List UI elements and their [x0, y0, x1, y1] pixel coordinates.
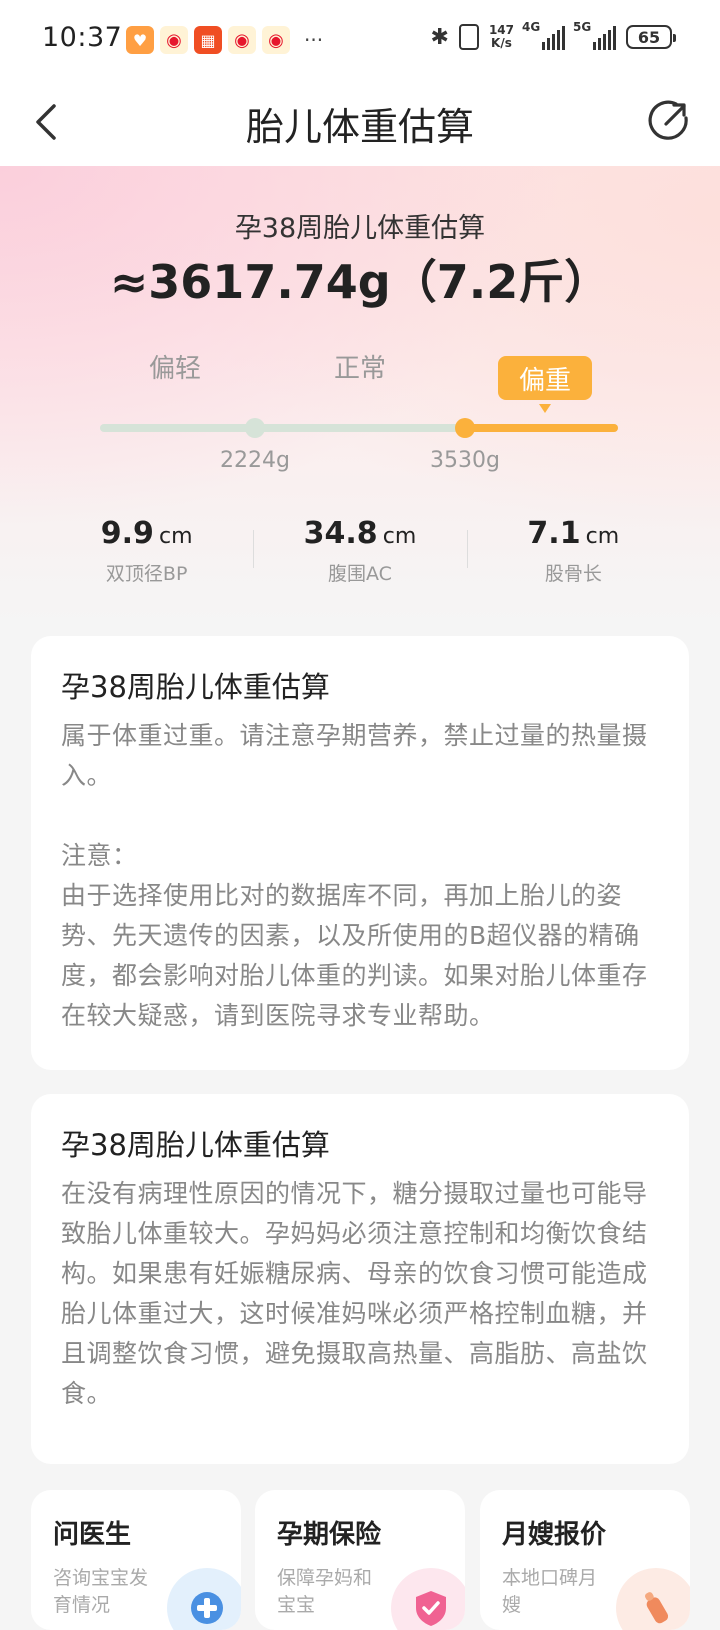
share-button[interactable]: [646, 98, 692, 144]
card-text: 在没有病理性原因的情况下，糖分摄取过量也可能导致胎儿体重较大。孕妈妈必须注意控制…: [61, 1179, 648, 1408]
metric-unit: cm: [159, 524, 193, 549]
bluetooth-icon: ✱: [430, 24, 449, 50]
weight-range-highlight: [465, 424, 618, 432]
notification-icons: ♥ ◉ ▦ ◉ ◉ ···: [126, 26, 323, 54]
metric-unit: cm: [382, 524, 417, 549]
signal-5g-label: 5G: [573, 20, 592, 34]
service-title: 问医生: [53, 1520, 132, 1550]
metric-label: 股骨长: [544, 563, 602, 585]
signal-5g-icon: 5G: [573, 20, 616, 50]
metric-value: 34.8: [303, 516, 378, 551]
metric-fl: 7.1 cm 股骨长: [466, 516, 680, 586]
card-text: 属于体重过重。请注意孕期营养，禁止过量的热量摄入。: [61, 721, 648, 790]
level-pointer: [539, 404, 551, 413]
threshold-low-marker: [245, 418, 265, 438]
service-desc: 保障孕妈和宝宝: [277, 1567, 373, 1616]
vibrate-icon: [458, 24, 479, 50]
threshold-low: 2224g: [220, 448, 290, 473]
threshold-high: 3530g: [430, 448, 500, 473]
status-time: 10:37: [42, 22, 123, 53]
signal-4g-label: 4G: [522, 20, 541, 34]
metric-label: 双顶径BP: [105, 563, 188, 585]
app-grid-icon: ▦: [194, 26, 222, 54]
weibo-icon: ◉: [262, 26, 290, 54]
metric-unit: cm: [585, 524, 620, 549]
signal-4g-icon: 4G: [522, 20, 565, 50]
metric-value: 9.9: [100, 516, 154, 551]
estimate-value: ≈3617.74g（7.2斤）: [109, 255, 611, 309]
status-bar: 10:37 ♥ ◉ ▦ ◉ ◉ ··· ✱ 147 K/s 4G 5G 65: [0, 0, 720, 80]
weibo-icon: ◉: [160, 26, 188, 54]
nav-header: 胎儿体重估算: [0, 80, 720, 166]
level-light: 偏轻: [148, 354, 201, 384]
level-heavy-badge: 偏重: [498, 356, 592, 400]
service-desc: 咨询宝宝发育情况: [53, 1567, 149, 1616]
status-indicators: ✱ 147 K/s 4G 5G 65: [430, 20, 676, 50]
page-title: 胎儿体重估算: [245, 105, 474, 149]
service-ask-doctor[interactable]: 问医生 咨询宝宝发育情况: [31, 1490, 241, 1630]
battery-icon: 65: [626, 25, 676, 49]
shield-check-icon: [391, 1568, 465, 1630]
more-notifications-icon: ···: [304, 28, 324, 52]
metric-label: 腹围AC: [328, 563, 392, 585]
weibo-icon: ◉: [228, 26, 256, 54]
metric-bpd: 9.9 cm 双顶径BP: [40, 516, 253, 586]
note-label: 注意：: [61, 841, 138, 870]
estimate-hero: 孕38周胎儿体重估算 ≈3617.74g（7.2斤） 偏轻 正常 偏重 2224…: [0, 166, 720, 626]
note-text: 由于选择使用比对的数据库不同，再加上胎儿的姿势、先天遗传的因素，以及所使用的B超…: [61, 881, 648, 1030]
measurements: 9.9 cm 双顶径BP 34.8 cm 腹围AC 7.1 cm 股骨长: [40, 516, 680, 586]
result-card: 孕38周胎儿体重估算 属于体重过重。请注意孕期营养，禁止过量的热量摄入。 注意：…: [31, 636, 689, 1070]
net-speed-unit: K/s: [491, 36, 512, 50]
card-title: 孕38周胎儿体重估算: [61, 1128, 330, 1162]
metric-value: 7.1: [527, 516, 581, 551]
advice-card: 孕38周胎儿体重估算 在没有病理性原因的情况下，糖分摄取过量也可能导致胎儿体重较…: [31, 1094, 689, 1464]
net-speed: 147 K/s: [489, 24, 514, 50]
service-desc: 本地口碑月嫂: [502, 1567, 598, 1616]
card-title: 孕38周胎儿体重估算: [61, 670, 330, 704]
service-nanny-price[interactable]: 月嫂报价 本地口碑月嫂: [480, 1490, 690, 1630]
heart-app-icon: ♥: [126, 26, 154, 54]
level-normal: 正常: [333, 354, 386, 384]
bottle-icon: [616, 1568, 690, 1630]
threshold-high-marker: [455, 418, 475, 438]
metric-ac: 34.8 cm 腹围AC: [253, 516, 466, 586]
service-title: 月嫂报价: [502, 1520, 607, 1550]
service-insurance[interactable]: 孕期保险 保障孕妈和宝宝: [255, 1490, 465, 1630]
service-title: 孕期保险: [277, 1520, 382, 1550]
share-icon: [648, 100, 688, 140]
doctor-plus-icon: [167, 1568, 241, 1630]
estimate-subtitle: 孕38周胎儿体重估算: [234, 213, 486, 244]
